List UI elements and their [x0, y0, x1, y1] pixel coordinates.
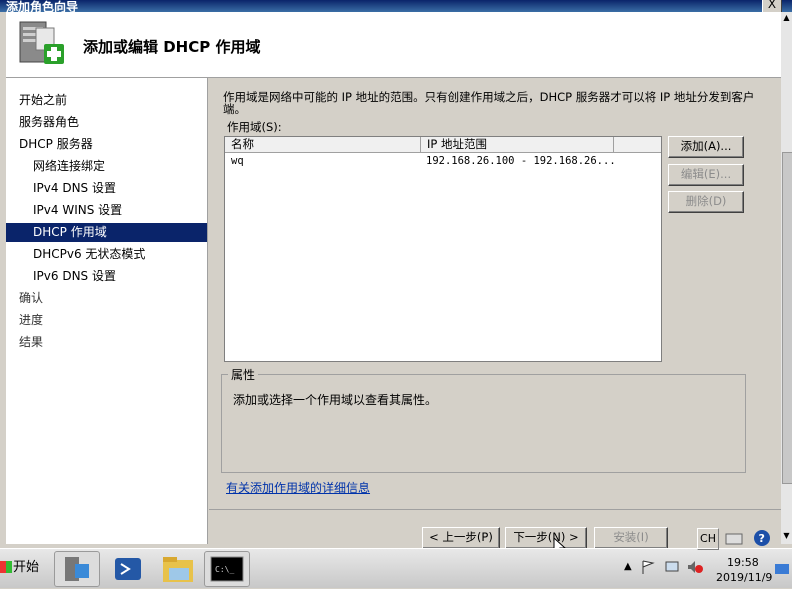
start-label: 开始	[13, 560, 40, 575]
column-header-name[interactable]: 名称	[225, 137, 421, 153]
nav-item-label: IPv6 DNS 设置	[33, 269, 116, 283]
language-indicator[interactable]: CH	[697, 528, 719, 550]
nav-item-ipv4-wins[interactable]: IPv4 WINS 设置	[6, 201, 207, 220]
edit-scope-button[interactable]: 编辑(E)...	[668, 164, 744, 186]
nav-item-dhcpv6-stateless[interactable]: DHCPv6 无状态模式	[6, 245, 207, 264]
properties-group	[221, 374, 746, 473]
server-manager-icon	[65, 557, 89, 581]
wizard-step-nav: 开始之前 服务器角色 DHCP 服务器 网络连接绑定 IPv4 DNS 设置 I…	[6, 78, 208, 544]
scopes-list[interactable]: 名称 IP 地址范围 wq 192.168.26.100 - 192.168.2…	[224, 136, 662, 362]
nav-item-label: DHCP 服务器	[19, 137, 93, 151]
svg-text:C:\_: C:\_	[215, 565, 234, 574]
scroll-up-icon[interactable]: ▲	[781, 12, 792, 24]
scopes-label: 作用域(S):	[227, 120, 282, 134]
back-button[interactable]: < 上一步(P)	[422, 527, 500, 549]
command-prompt-icon: C:\_	[210, 556, 244, 582]
network-icon[interactable]	[664, 559, 680, 575]
nav-item-before-you-begin[interactable]: 开始之前	[6, 91, 207, 110]
nav-item-label: IPv4 WINS 设置	[33, 203, 123, 217]
powershell-icon	[115, 558, 141, 580]
start-button[interactable]: 开始	[0, 551, 46, 585]
nav-item-label: 网络连接绑定	[33, 159, 106, 173]
column-header-ip-range[interactable]: IP 地址范围	[421, 137, 614, 153]
nav-item-label: 开始之前	[19, 93, 68, 107]
volume-muted-icon[interactable]	[686, 559, 704, 575]
server-role-icon	[19, 21, 64, 64]
nav-item-progress: 进度	[6, 311, 207, 330]
folder-icon	[163, 557, 193, 582]
windows-logo-icon	[0, 561, 12, 573]
add-scope-button[interactable]: 添加(A)...	[668, 136, 744, 158]
nav-item-label: 服务器角色	[19, 115, 80, 129]
properties-legend: 属性	[228, 366, 259, 383]
svg-text:?: ?	[759, 532, 765, 545]
nav-item-dhcp-server[interactable]: DHCP 服务器	[6, 135, 207, 154]
column-header-label: IP 地址范围	[427, 137, 487, 151]
wizard-header: 添加或编辑 DHCP 作用域	[6, 12, 784, 78]
flag-icon[interactable]	[640, 559, 656, 575]
window-title-bar[interactable]: 添加角色向导	[0, 0, 792, 14]
column-header-label: 名称	[231, 137, 254, 151]
taskbar-powershell[interactable]	[106, 551, 152, 587]
nav-item-label: DHCPv6 无状态模式	[33, 247, 146, 261]
nav-item-label: 结果	[19, 335, 44, 349]
nav-item-ipv6-dns[interactable]: IPv6 DNS 设置	[6, 267, 207, 286]
keyboard-icon[interactable]	[725, 530, 743, 546]
scope-description: 作用域是网络中可能的 IP 地址的范围。只有创建作用域之后，DHCP 服务器才可…	[223, 90, 755, 116]
nav-item-label: 进度	[19, 313, 44, 327]
nav-item-dhcp-scopes[interactable]: DHCP 作用域	[6, 223, 207, 242]
next-button[interactable]: 下一步(N) >	[505, 527, 587, 549]
footer-divider	[209, 509, 784, 510]
clock-time[interactable]: 19:58	[727, 556, 759, 569]
show-hidden-icons-icon[interactable]: ▲	[624, 561, 632, 572]
vertical-scrollbar[interactable]: ▲ ▼	[781, 12, 792, 544]
properties-text: 添加或选择一个作用域以查看其属性。	[233, 393, 438, 407]
scope-name-cell: wq	[231, 155, 244, 167]
column-header-filler	[614, 137, 661, 153]
delete-scope-button[interactable]: 删除(D)	[668, 191, 744, 213]
nav-item-label: IPv4 DNS 设置	[33, 181, 116, 195]
nav-item-label: DHCP 作用域	[33, 225, 107, 239]
help-icon[interactable]: ?	[753, 529, 771, 547]
nav-item-network-bindings[interactable]: 网络连接绑定	[6, 157, 207, 176]
taskbar-explorer[interactable]	[156, 551, 202, 587]
nav-item-confirmation: 确认	[6, 289, 207, 308]
nav-item-results: 结果	[6, 333, 207, 352]
nav-item-ipv4-dns[interactable]: IPv4 DNS 设置	[6, 179, 207, 198]
help-link[interactable]: 有关添加作用域的详细信息	[226, 479, 370, 496]
show-desktop-icon[interactable]	[774, 563, 790, 575]
install-button[interactable]: 安装(I)	[594, 527, 668, 549]
scroll-thumb[interactable]	[782, 152, 792, 484]
nav-item-server-roles[interactable]: 服务器角色	[6, 113, 207, 132]
scroll-down-icon[interactable]: ▼	[781, 530, 792, 542]
clock-date[interactable]: 2019/11/9	[716, 571, 772, 584]
page-title: 添加或编辑 DHCP 作用域	[83, 38, 261, 56]
taskbar-command-prompt[interactable]: C:\_	[204, 551, 250, 587]
nav-item-label: 确认	[19, 291, 44, 305]
taskbar-server-manager[interactable]	[54, 551, 100, 587]
scope-range-cell: 192.168.26.100 - 192.168.26...	[426, 155, 616, 167]
